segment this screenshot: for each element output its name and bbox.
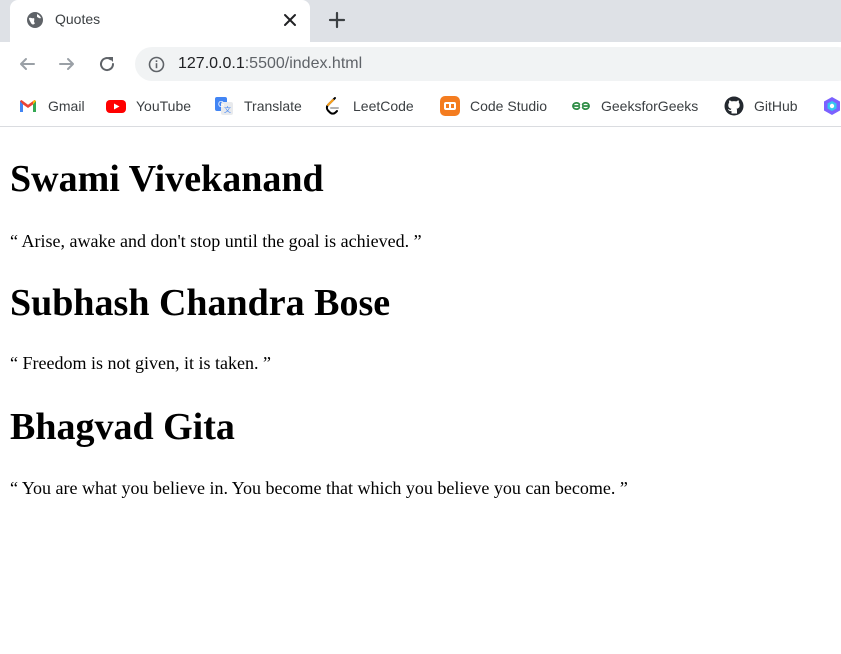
bookmark-geeksforgeeks[interactable]: GeeksforGeeks: [571, 95, 698, 117]
tab-strip: Quotes: [0, 0, 841, 42]
svg-text:文: 文: [224, 105, 231, 114]
bookmark-github[interactable]: GitHub: [724, 95, 798, 117]
back-arrow-icon[interactable]: [17, 54, 37, 74]
new-tab-plus-icon[interactable]: [327, 10, 347, 30]
bookmark-label: Code Studio: [470, 98, 548, 114]
url-text[interactable]: 127.0.0.1:5500/index.html: [178, 55, 362, 73]
bookmark-label: Gmail: [48, 98, 85, 114]
github-icon: [724, 96, 744, 116]
bookmark-leetcode[interactable]: LeetCode: [323, 95, 414, 117]
globe-icon: [27, 12, 43, 28]
url-host: 127.0.0.1: [178, 55, 245, 72]
quote-text: “ You are what you believe in. You becom…: [10, 478, 628, 498]
bookmark-label: YouTube: [136, 98, 192, 114]
bookmark-code-studio[interactable]: Code Studio: [440, 95, 547, 117]
url-path: :5500/index.html: [244, 55, 363, 72]
quote-author: Subhash Chandra Bose: [10, 282, 391, 324]
bookmarks-bar: Gmail YouTube G 文 Translate LeetCode Cod…: [0, 86, 841, 127]
toolbar: 127.0.0.1:5500/index.html: [0, 42, 841, 86]
bookmark-gmail[interactable]: Gmail: [18, 95, 85, 117]
quote-text: “ Arise, awake and don't stop until the …: [10, 231, 422, 251]
quote-author: Swami Vivekanand: [10, 158, 324, 200]
bookmark-label: Translate: [244, 98, 302, 114]
quote-author: Bhagvad Gita: [10, 406, 235, 448]
gmail-icon: [20, 100, 36, 112]
bookmark-translate[interactable]: G 文 Translate: [214, 95, 302, 117]
code-studio-icon: [440, 96, 460, 116]
tab-title: Quotes: [55, 11, 101, 27]
bookmark-youtube[interactable]: YouTube: [106, 95, 191, 117]
geeksforgeeks-icon: [572, 101, 590, 111]
close-icon[interactable]: [282, 12, 298, 28]
tab-quotes[interactable]: Quotes: [10, 0, 310, 42]
bookmark-label: GeeksforGeeks: [601, 98, 699, 114]
info-icon[interactable]: [148, 56, 165, 73]
bookmark-app-icon: [824, 97, 840, 115]
forward-arrow-icon[interactable]: [57, 54, 77, 74]
address-bar[interactable]: 127.0.0.1:5500/index.html: [135, 47, 841, 81]
reload-icon[interactable]: [97, 54, 117, 74]
youtube-icon: [106, 100, 126, 113]
bookmark-partial[interactable]: [822, 95, 841, 117]
translate-icon: G 文: [215, 97, 233, 115]
bookmark-label: GitHub: [754, 98, 798, 114]
leetcode-icon: [325, 97, 339, 115]
bookmark-label: LeetCode: [353, 98, 414, 114]
quote-text: “ Freedom is not given, it is taken. ”: [10, 353, 271, 373]
